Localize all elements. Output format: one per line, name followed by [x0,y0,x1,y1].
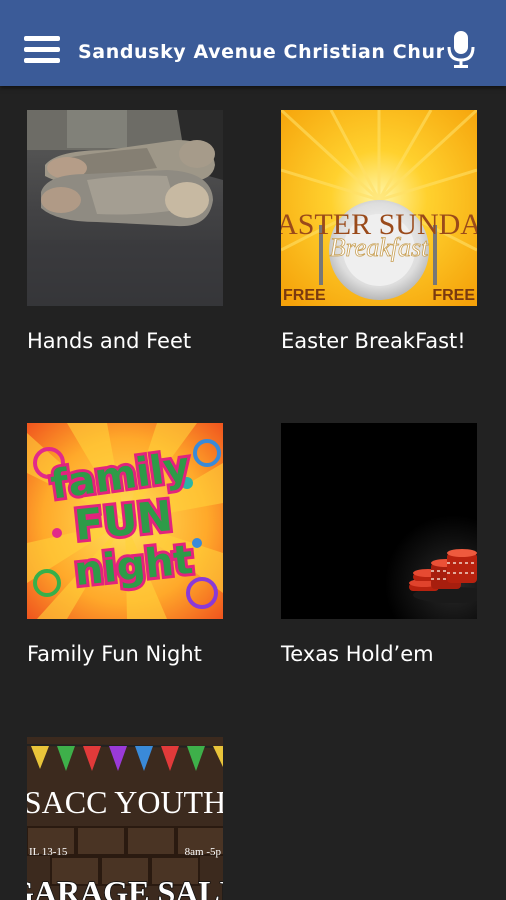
event-grid: Hands and Feet ASTER SUNDA Breakfast FRE… [0,86,506,900]
garage-sale-image: SACC YOUTH IL 13-15 8am -5p GARAGE SALE [27,737,223,900]
hamburger-menu-icon[interactable] [24,36,62,66]
texas-holdem-image [281,423,477,619]
garage-image-subtitle: GARAGE SALE [27,874,223,900]
easter-image-free-left: FREE [283,287,326,304]
family-fun-night-image: family FUN night [27,423,223,619]
menu-bar-middle [24,47,60,52]
easter-image-subtitle: Breakfast [330,233,429,262]
grid-item-label: Family Fun Night [27,642,202,666]
grid-item-label: Texas Hold’em [281,642,434,666]
easter-breakfast-image: ASTER SUNDA Breakfast FREE FREE [281,110,477,306]
grid-item-label: Hands and Feet [27,329,192,353]
hands-and-feet-image [27,110,223,306]
menu-bar-bottom [24,58,60,63]
app-bar: Sandusky Avenue Christian Chur [0,0,506,86]
easter-image-free-right: FREE [432,287,475,304]
menu-bar-top [24,36,60,41]
microphone-icon[interactable] [446,30,476,70]
garage-image-date-right: 8am -5p [185,846,222,858]
garage-image-date-left: IL 13-15 [29,846,68,858]
garage-image-title: SACC YOUTH [27,784,223,820]
grid-item-label: Easter BreakFast! [281,329,466,353]
app-title: Sandusky Avenue Christian Chur [78,41,444,63]
